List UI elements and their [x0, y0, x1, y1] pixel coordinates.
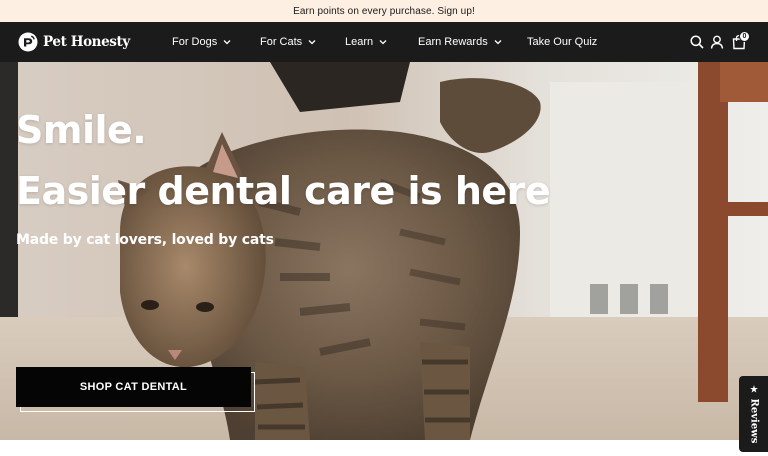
hero-title-line2: Easier dental care is here: [16, 169, 551, 213]
star-icon: ★: [749, 384, 758, 396]
chevron-down-icon: [308, 40, 316, 45]
hero-title-line1: Smile.: [16, 108, 147, 152]
hero-subtitle: Made by cat lovers, loved by cats: [16, 232, 274, 248]
nav-for-cats[interactable]: For Cats: [260, 22, 316, 62]
chevron-down-icon: [379, 40, 387, 45]
reviews-label: Reviews: [748, 398, 760, 443]
search-icon[interactable]: [689, 34, 705, 50]
nav-label: For Cats: [260, 36, 303, 48]
logo-mark-icon: [18, 32, 38, 52]
reviews-tab-content: ★ Reviews: [748, 384, 760, 443]
reviews-tab[interactable]: ★ Reviews: [739, 376, 768, 452]
nav-for-dogs[interactable]: For Dogs: [172, 22, 231, 62]
nav-earn-rewards[interactable]: Earn Rewards: [418, 22, 502, 62]
cart-count-badge[interactable]: 0: [739, 31, 750, 42]
chevron-down-icon: [223, 40, 231, 45]
nav-label: Take Our Quiz: [527, 36, 598, 48]
shop-cat-dental-button[interactable]: SHOP CAT DENTAL: [16, 367, 251, 407]
promo-text[interactable]: Earn points on every purchase. Sign up!: [293, 6, 475, 17]
main-navbar: Pet Honesty For Dogs For Cats Learn Earn…: [0, 22, 768, 62]
account-icon[interactable]: [709, 34, 725, 50]
brand-name: Pet Honesty: [43, 34, 130, 50]
nav-learn[interactable]: Learn: [345, 22, 387, 62]
nav-label: Earn Rewards: [418, 36, 488, 48]
promo-banner[interactable]: Earn points on every purchase. Sign up!: [0, 0, 768, 22]
nav-label: For Dogs: [172, 36, 218, 48]
nav-take-quiz[interactable]: Take Our Quiz: [527, 22, 597, 62]
nav-label: Learn: [345, 36, 374, 48]
chevron-down-icon: [494, 40, 502, 45]
page-content-start: [0, 440, 768, 456]
brand-logo[interactable]: Pet Honesty: [18, 31, 130, 53]
